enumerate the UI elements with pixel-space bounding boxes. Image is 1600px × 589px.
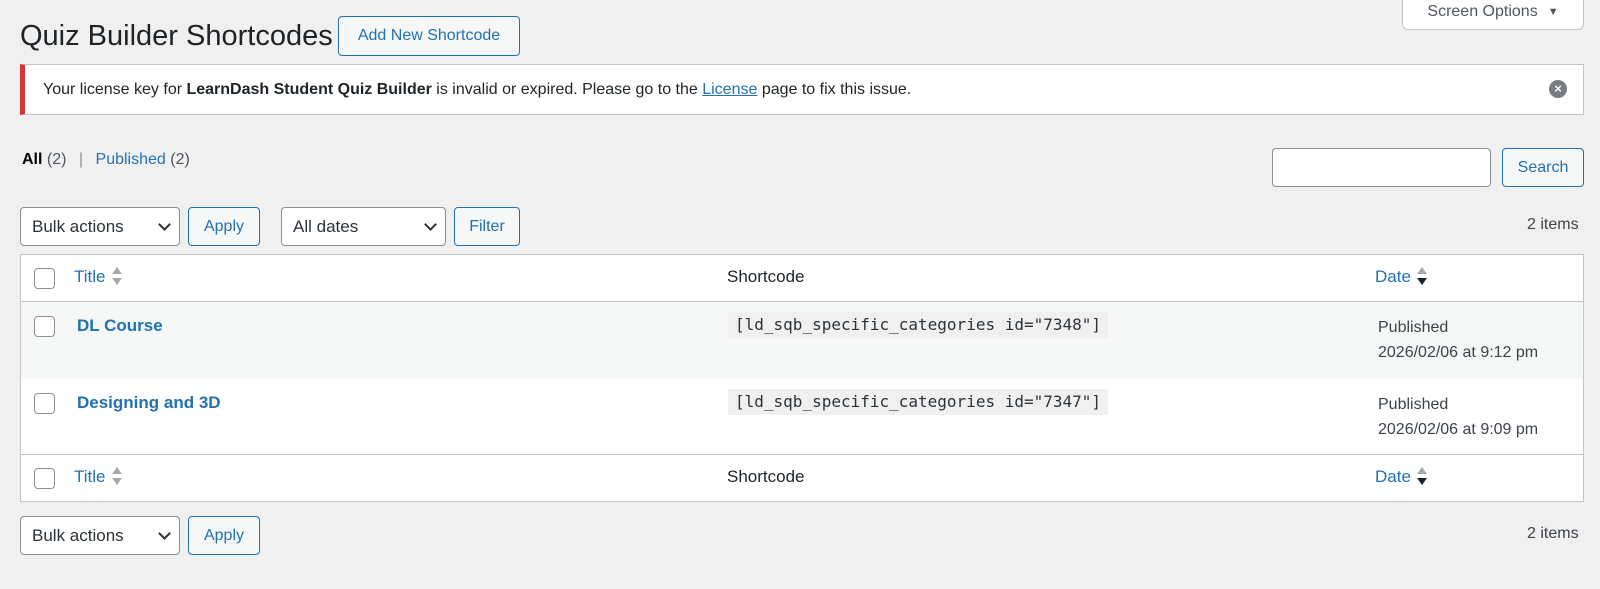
view-published[interactable]: Published [96, 151, 166, 168]
post-status: Published [1378, 319, 1449, 336]
notice-product-name: LearnDash Student Quiz Builder [186, 80, 432, 98]
notice-suffix: page to fix this issue. [757, 80, 912, 98]
view-all-count: (2) [46, 151, 67, 168]
dismiss-notice-icon[interactable]: × [1549, 80, 1567, 98]
sort-icon [111, 266, 122, 285]
triangle-down-icon: ▼ [1547, 5, 1559, 18]
column-title-label: Title [74, 467, 106, 486]
select-all-checkbox[interactable] [34, 268, 55, 289]
row-title-link[interactable]: Designing and 3D [77, 393, 221, 413]
view-separator: | [78, 151, 84, 168]
add-new-shortcode-button[interactable]: Add New Shortcode [338, 16, 520, 56]
screen-options-label: Screen Options [1427, 2, 1538, 20]
column-title-label: Title [74, 267, 106, 286]
filter-button[interactable]: Filter [454, 207, 520, 246]
table-header: Title Shortcode Date [21, 255, 1583, 302]
post-date: 2026/02/06 at 9:09 pm [1378, 421, 1539, 438]
bulk-actions-value: Bulk actions [32, 216, 124, 236]
bulk-actions-select-top[interactable]: Bulk actions [20, 207, 180, 246]
apply-button-top[interactable]: Apply [188, 207, 260, 246]
license-link[interactable]: License [702, 81, 757, 98]
column-shortcode-footer: Shortcode [727, 467, 805, 486]
date-filter-value: All dates [293, 216, 359, 236]
post-date: 2026/02/06 at 9:12 pm [1378, 344, 1539, 361]
row-title-link[interactable]: DL Course [77, 316, 163, 336]
column-date-label: Date [1375, 467, 1411, 486]
items-count-bottom: 2 items [1527, 525, 1579, 542]
column-shortcode: Shortcode [727, 267, 805, 286]
notice-text: Your license key for LearnDash Student Q… [43, 81, 911, 99]
row-checkbox[interactable] [34, 393, 55, 414]
table-footer: Title Shortcode Date [21, 454, 1583, 501]
shortcode-value: [ld_sqb_specific_categories id="7347"] [728, 389, 1109, 415]
column-title-sort-footer[interactable]: Title [74, 466, 122, 487]
column-date-sort[interactable]: Date [1375, 266, 1427, 287]
date-cell: Published 2026/02/06 at 9:12 pm [1378, 315, 1538, 365]
date-filter-select[interactable]: All dates [281, 207, 446, 246]
sort-desc-icon [1416, 266, 1427, 285]
row-checkbox[interactable] [34, 316, 55, 337]
apply-button-bottom[interactable]: Apply [188, 516, 260, 555]
license-error-notice: Your license key for LearnDash Student Q… [20, 64, 1584, 115]
column-date-label: Date [1375, 267, 1411, 286]
post-status: Published [1378, 396, 1449, 413]
search-input[interactable] [1272, 148, 1491, 187]
bulk-actions-select-bottom[interactable]: Bulk actions [20, 516, 180, 555]
search-button[interactable]: Search [1502, 148, 1584, 187]
view-all[interactable]: All [22, 151, 42, 168]
shortcode-value: [ld_sqb_specific_categories id="7348"] [728, 312, 1109, 338]
table-row: Designing and 3D [ld_sqb_specific_catego… [21, 379, 1583, 456]
select-all-checkbox-footer[interactable] [34, 468, 55, 489]
notice-prefix: Your license key for [43, 80, 187, 98]
view-published-count: (2) [170, 151, 190, 168]
date-cell: Published 2026/02/06 at 9:09 pm [1378, 392, 1538, 442]
sort-icon [111, 466, 122, 485]
bulk-actions-value: Bulk actions [32, 525, 124, 545]
chevron-down-icon [424, 217, 437, 231]
chevron-down-icon [158, 526, 171, 540]
table-row: DL Course [ld_sqb_specific_categories id… [21, 302, 1583, 379]
column-date-sort-footer[interactable]: Date [1375, 466, 1427, 487]
screen-options-toggle[interactable]: Screen Options ▼ [1402, 0, 1584, 30]
status-views: All (2) | Published (2) [22, 151, 190, 169]
page-title: Quiz Builder Shortcodes [20, 20, 333, 52]
items-count-top: 2 items [1527, 216, 1579, 233]
shortcodes-table: Title Shortcode Date DL Course [ld_sqb_s… [20, 254, 1584, 502]
column-title-sort[interactable]: Title [74, 266, 122, 287]
sort-desc-icon [1416, 466, 1427, 485]
chevron-down-icon [158, 217, 171, 231]
notice-middle: is invalid or expired. Please go to the [431, 80, 703, 98]
